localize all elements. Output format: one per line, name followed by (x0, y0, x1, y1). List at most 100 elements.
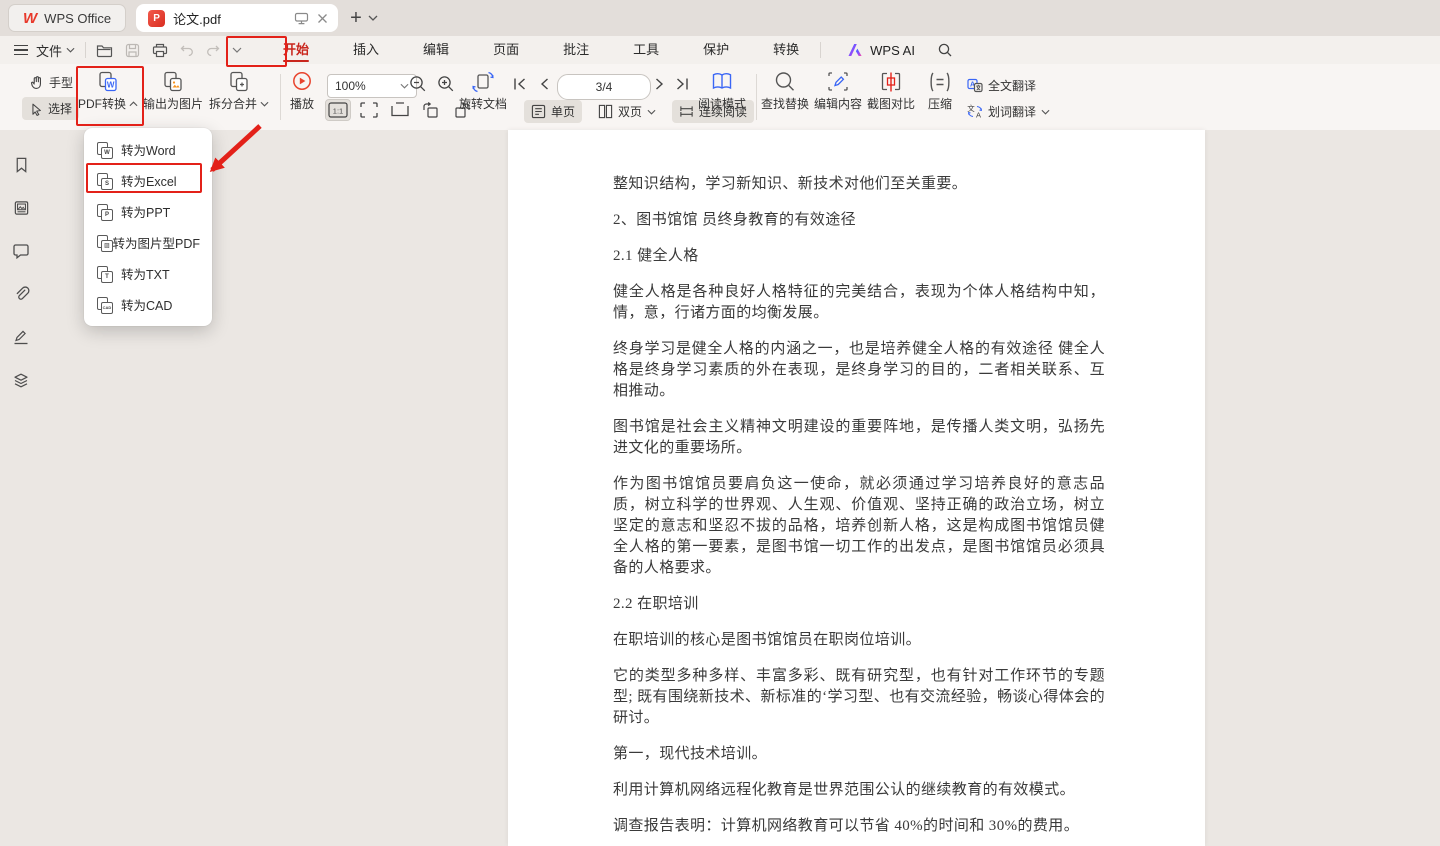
export-image-label: 输出为图片 (143, 97, 203, 111)
doc-paragraph: 在职培训的核心是图书馆馆员在职岗位培训。 (613, 630, 1105, 651)
split-merge-button[interactable]: 拆分合并 (210, 70, 268, 111)
divider (280, 74, 281, 120)
compress-button[interactable]: 压缩 (920, 70, 960, 111)
signature-panel-icon[interactable] (8, 324, 34, 350)
tab-convert[interactable]: 转换 (762, 36, 810, 64)
document-tab[interactable]: P 论文.pdf (136, 4, 338, 32)
export-image-button[interactable]: 输出为图片 (142, 70, 204, 111)
close-tab-icon[interactable] (317, 13, 328, 24)
double-page-button[interactable]: 双页 (591, 100, 663, 123)
divider (756, 74, 757, 120)
save-icon[interactable] (125, 43, 140, 58)
edit-content-button[interactable]: 编辑内容 (813, 70, 863, 111)
attachments-panel-icon[interactable] (8, 281, 34, 307)
to-cad-icon: CAD (96, 297, 112, 313)
read-mode-button[interactable]: 阅读模式 (696, 70, 748, 111)
page-number-input[interactable] (557, 74, 651, 100)
annotation-box-home-tab (226, 36, 287, 67)
svg-text:A: A (976, 111, 981, 120)
chevron-down-icon (260, 101, 269, 107)
word-translate-label: 划词翻译 (988, 103, 1036, 120)
doc-heading: 2.2 在职培训 (613, 594, 1105, 615)
menu-item-to-word[interactable]: W 转为Word (84, 134, 212, 165)
annotation-box-pdf-convert (76, 66, 144, 126)
zoom-level-select[interactable]: 100% (327, 74, 417, 98)
pdf-convert-dropdown: W 转为Word S 转为Excel P 转为PPT ▨ 转为图片型PDF T … (84, 128, 212, 326)
first-page-button[interactable] (512, 76, 528, 92)
layers-panel-icon[interactable] (8, 367, 34, 393)
doc-heading: 2、图书馆馆 员终身教育的有效途径 (613, 210, 1105, 231)
play-icon (290, 70, 314, 94)
pdf-file-icon: P (148, 10, 165, 27)
edit-content-label: 编辑内容 (814, 97, 862, 111)
to-ppt-icon: P (96, 204, 112, 220)
doc-paragraph: 终身学习是健全人格的内涵之一，也是培养健全人格的有效途径 健全人格是终身学习素质… (613, 339, 1105, 402)
zoom-out-button[interactable] (408, 74, 428, 94)
prev-page-button[interactable] (538, 76, 550, 92)
single-page-button[interactable]: 单页 (524, 100, 582, 123)
double-page-label: 双页 (618, 103, 642, 120)
rotate-document-button[interactable]: 旋转文档 (456, 70, 510, 111)
monitor-icon[interactable] (294, 12, 309, 25)
zoom-in-button[interactable] (436, 74, 456, 94)
play-button[interactable]: 播放 (286, 70, 318, 111)
view-options: 1:1 (326, 100, 474, 120)
chevron-down-icon (647, 109, 656, 115)
tab-page[interactable]: 页面 (482, 36, 530, 64)
tab-edit[interactable]: 编辑 (412, 36, 460, 64)
print-icon[interactable] (152, 43, 168, 58)
chevron-down-icon (1041, 109, 1050, 115)
play-label: 播放 (290, 97, 314, 111)
tab-insert[interactable]: 插入 (342, 36, 390, 64)
full-translate-button[interactable]: A 全文翻译 (960, 74, 1043, 97)
book-icon (710, 70, 734, 94)
hamburger-menu-icon[interactable] (14, 45, 28, 55)
tab-protect[interactable]: 保护 (692, 36, 740, 64)
word-translate-button[interactable]: 文 A 划词翻译 (960, 100, 1057, 123)
file-menu-label: 文件 (36, 41, 62, 60)
doc-paragraph: 图书馆是社会主义精神文明建设的重要阵地，是传播人类文明，弘扬先进文化的重要场所。 (613, 417, 1105, 459)
rotate-left-button[interactable] (419, 100, 443, 120)
redo-icon[interactable] (206, 44, 220, 56)
single-page-label: 单页 (551, 103, 575, 120)
select-tool-button[interactable]: 选择 (22, 97, 79, 120)
to-word-icon: W (96, 142, 112, 158)
tab-list-chevron-icon[interactable] (368, 15, 378, 21)
one-to-one-label: 1:1 (333, 107, 343, 116)
menubar-search-icon[interactable] (937, 42, 953, 58)
doc-paragraph: 调查报告表明：计算机网络教育可以节省 40%的时间和 30%的费用。 (613, 816, 1105, 837)
bookmarks-panel-icon[interactable] (8, 152, 34, 178)
hand-tool-label: 手型 (49, 74, 73, 91)
split-merge-label: 拆分合并 (209, 97, 257, 111)
tab-comment[interactable]: 批注 (552, 36, 600, 64)
open-file-icon[interactable] (96, 43, 113, 58)
doc-paragraph: 整知识结构，学习新知识、新技术对他们至关重要。 (613, 174, 1105, 195)
screenshot-compare-button[interactable]: 截图对比 (866, 70, 916, 111)
hand-tool-button[interactable]: 手型 (22, 71, 80, 94)
tab-tools[interactable]: 工具 (622, 36, 670, 64)
screenshot-compare-icon (879, 70, 903, 94)
home-tab-label: WPS Office (44, 11, 111, 26)
fit-page-button[interactable] (357, 100, 381, 120)
new-tab-button[interactable]: + (350, 8, 362, 28)
comments-panel-icon[interactable] (8, 238, 34, 264)
menu-item-to-image-pdf[interactable]: ▨ 转为图片型PDF (84, 227, 212, 258)
find-replace-button[interactable]: 查找替换 (760, 70, 810, 111)
menu-item-label: 转为TXT (121, 264, 170, 283)
menu-item-to-ppt[interactable]: P 转为PPT (84, 196, 212, 227)
pdf-page[interactable]: 整知识结构，学习新知识、新技术对他们至关重要。 2、图书馆馆 员终身教育的有效途… (508, 130, 1205, 846)
file-menu[interactable]: 文件 (36, 41, 75, 60)
menu-item-label: 转为图片型PDF (112, 233, 200, 252)
thumbnails-panel-icon[interactable] (8, 195, 34, 221)
menu-item-to-txt[interactable]: T 转为TXT (84, 258, 212, 289)
workspace: 整知识结构，学习新知识、新技术对他们至关重要。 2、图书馆馆 员终身教育的有效途… (0, 130, 1440, 846)
fit-width-button[interactable] (388, 100, 412, 120)
undo-icon[interactable] (180, 44, 194, 56)
menu-item-to-cad[interactable]: CAD 转为CAD (84, 289, 212, 320)
actual-size-button[interactable]: 1:1 (326, 100, 350, 120)
wps-ai-button[interactable]: WPS AI (847, 43, 915, 58)
last-page-button[interactable] (674, 76, 690, 92)
next-page-button[interactable] (654, 76, 666, 92)
wps-home-tab[interactable]: W WPS Office (8, 4, 126, 32)
wps-ai-icon (847, 43, 864, 57)
